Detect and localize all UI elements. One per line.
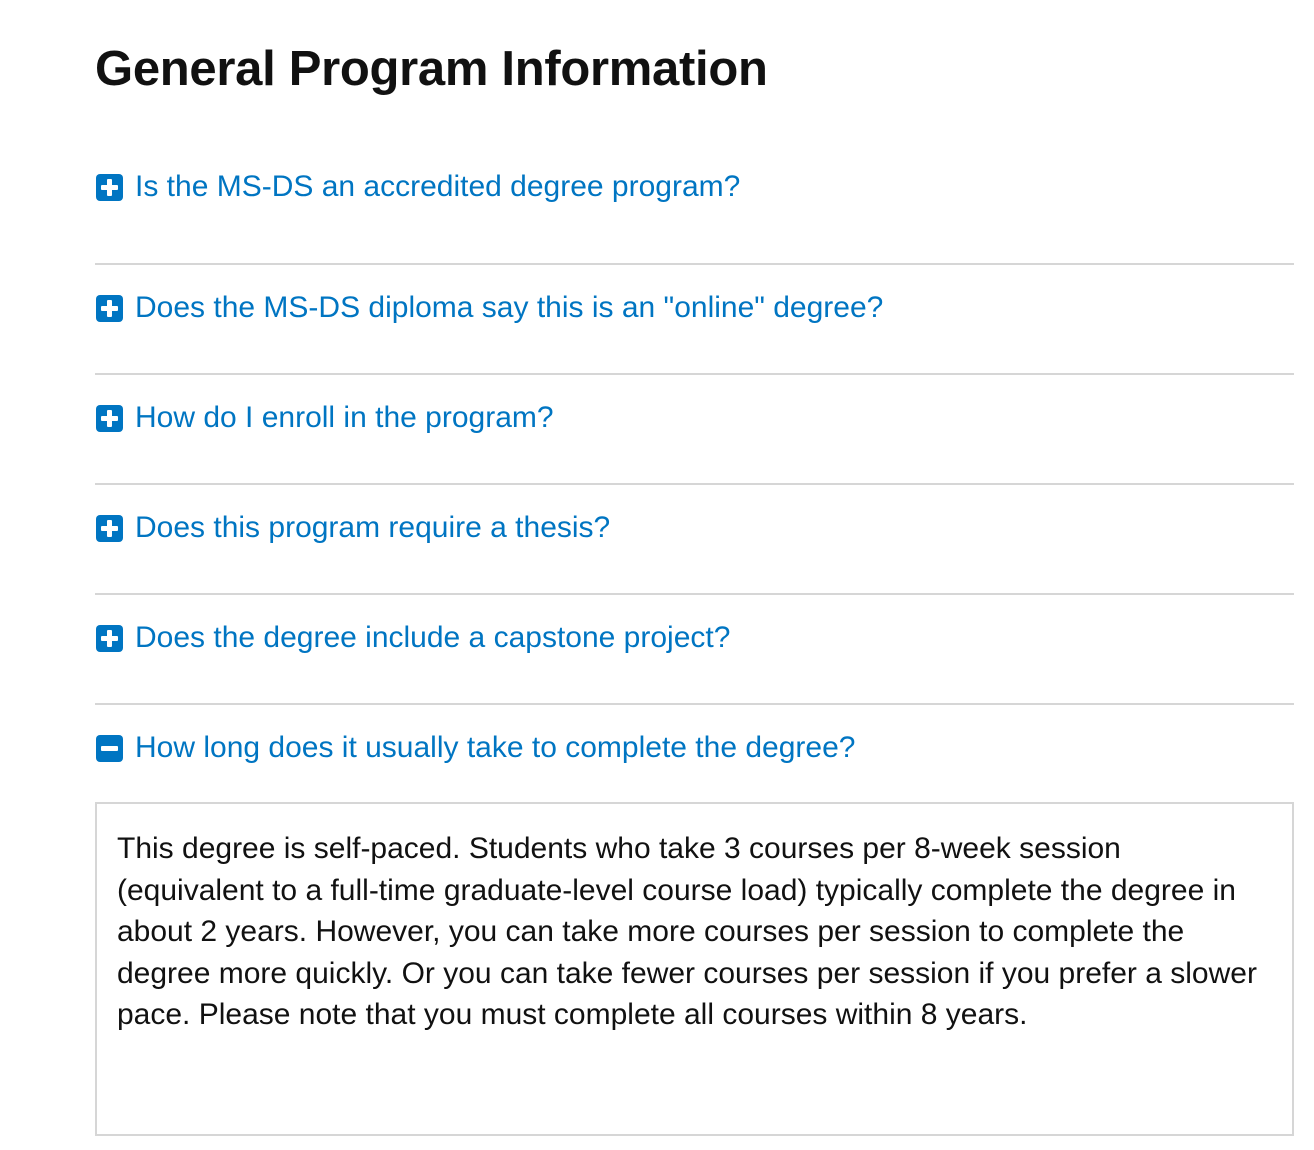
faq-question[interactable]: Does the MS-DS diploma say this is an "o… [135, 290, 883, 326]
faq-item-diploma-online: Does the MS-DS diploma say this is an "o… [95, 265, 1294, 375]
faq-toggle-capstone[interactable]: Does the degree include a capstone proje… [95, 606, 730, 670]
plus-square-icon[interactable] [96, 173, 123, 201]
faq-question[interactable]: How do I enroll in the program? [135, 400, 554, 436]
faq-toggle-diploma-online[interactable]: Does the MS-DS diploma say this is an "o… [95, 276, 883, 340]
minus-square-icon[interactable] [96, 734, 123, 762]
faq-question[interactable]: How long does it usually take to complet… [135, 730, 855, 766]
faq-answer-text: This degree is self-paced. Students who … [117, 832, 1257, 1032]
plus-square-icon[interactable] [96, 404, 123, 432]
faq-toggle-duration[interactable]: How long does it usually take to complet… [95, 716, 1294, 780]
plus-square-icon[interactable] [96, 514, 123, 542]
plus-square-icon[interactable] [96, 294, 123, 322]
faq-item-capstone: Does the degree include a capstone proje… [95, 595, 1294, 705]
faq-item-accredited: Is the MS-DS an accredited degree progra… [95, 155, 1294, 265]
faq-toggle-thesis[interactable]: Does this program require a thesis? [95, 496, 610, 560]
faq-item-enroll: How do I enroll in the program? [95, 375, 1294, 485]
faq-list: Is the MS-DS an accredited degree progra… [95, 155, 1294, 1136]
faq-toggle-enroll[interactable]: How do I enroll in the program? [95, 386, 554, 450]
page-title: General Program Information [95, 42, 768, 96]
faq-section: General Program Information Is the MS-DS… [95, 0, 1294, 1136]
faq-toggle-accredited[interactable]: Is the MS-DS an accredited degree progra… [95, 155, 740, 219]
faq-answer-panel: This degree is self-paced. Students who … [95, 802, 1294, 1136]
faq-question[interactable]: Does this program require a thesis? [135, 510, 610, 546]
faq-question[interactable]: Does the degree include a capstone proje… [135, 620, 730, 656]
faq-item-duration: How long does it usually take to complet… [95, 705, 1294, 1136]
plus-square-icon[interactable] [96, 624, 123, 652]
faq-question[interactable]: Is the MS-DS an accredited degree progra… [135, 169, 740, 205]
faq-item-thesis: Does this program require a thesis? [95, 485, 1294, 595]
